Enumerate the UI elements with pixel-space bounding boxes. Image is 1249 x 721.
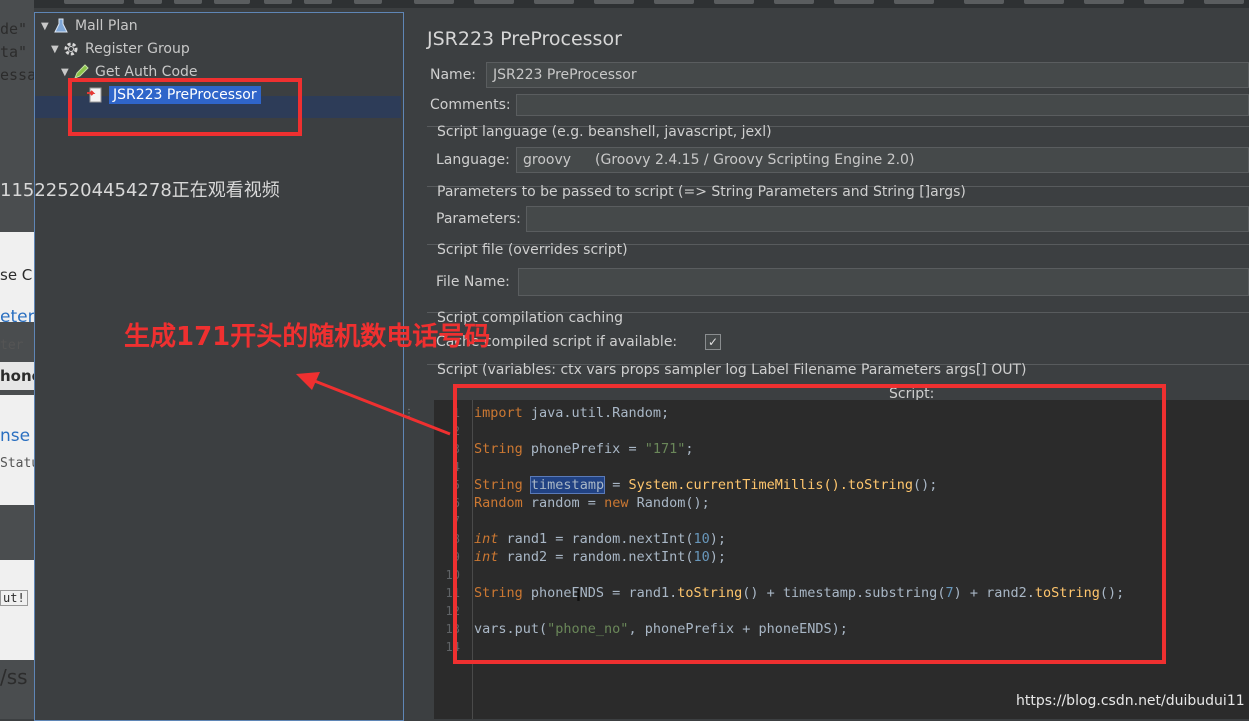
split-pane-divider[interactable]: ⋮ — [404, 12, 414, 719]
background-fragment: ta" — [0, 43, 28, 61]
tree-node-mall-plan[interactable]: ▼ Mall Plan — [41, 15, 138, 37]
expand-arrow-icon[interactable]: ▼ — [51, 44, 63, 55]
background-fragment: eter — [0, 307, 34, 327]
expand-arrow-icon[interactable]: ▼ — [61, 67, 73, 78]
file-name-label: File Name: — [436, 274, 510, 290]
background-fragment: nse — [0, 426, 31, 446]
language-description: (Groovy 2.4.15 / Groovy Scripting Engine… — [595, 152, 915, 168]
group-title: Script file (overrides script) — [437, 242, 628, 258]
parameters-group: Parameters to be passed to script (=> St… — [427, 184, 1249, 200]
background-fragment: essag — [0, 66, 34, 84]
highlight-box-tree — [68, 78, 302, 136]
background-fragment: se C — [0, 266, 33, 284]
parameters-label: Parameters: — [436, 211, 521, 227]
tree-node-label: Register Group — [85, 41, 190, 57]
highlight-box-script — [453, 384, 1166, 664]
annotation-arrow-icon — [296, 372, 451, 436]
group-title: Script language (e.g. beanshell, javascr… — [437, 124, 772, 140]
background-fragment: hone — [0, 367, 34, 385]
language-label: Language: — [436, 152, 510, 168]
background-window-strip: de" ta" essag se C eter ter hone nse Sta… — [0, 0, 34, 719]
script-language-group: Script language (e.g. beanshell, javascr… — [427, 124, 1249, 140]
tree-node-register-group[interactable]: ▼ Register Group — [51, 38, 190, 60]
cache-checkbox[interactable]: ✓ — [705, 334, 721, 350]
comments-field[interactable] — [516, 94, 1249, 116]
viewer-watermark: 115225204454278正在观看视频 — [0, 180, 280, 201]
background-fragment: ut! — [0, 590, 28, 606]
parameters-field[interactable] — [526, 206, 1249, 232]
file-name-field[interactable] — [518, 268, 1249, 296]
annotation-text: 生成171开头的随机数电话号码 — [124, 322, 491, 352]
language-value: groovy — [523, 152, 572, 168]
background-fragment: ter — [0, 338, 24, 353]
name-label: Name: — [430, 67, 477, 83]
group-title: Parameters to be passed to script (=> St… — [437, 184, 966, 200]
script-file-group: Script file (overrides script) — [427, 242, 1249, 258]
expand-arrow-icon[interactable]: ▼ — [41, 21, 53, 32]
name-value: JSR223 PreProcessor — [493, 67, 637, 83]
test-plan-icon — [53, 18, 69, 34]
caching-group: Script compilation caching — [427, 310, 1249, 326]
script-group: Script (variables: ctx vars props sample… — [427, 362, 1249, 378]
group-title: Script (variables: ctx vars props sample… — [437, 362, 1027, 378]
gear-icon — [63, 41, 79, 57]
comments-label: Comments: — [430, 97, 511, 113]
toolbar — [34, 0, 1249, 8]
page-title: JSR223 PreProcessor — [427, 28, 622, 50]
tree-node-label: Mall Plan — [75, 18, 138, 34]
background-fragment: /ss — [0, 665, 28, 689]
name-field[interactable]: JSR223 PreProcessor — [486, 62, 1249, 88]
language-select[interactable]: groovy (Groovy 2.4.15 / Groovy Scripting… — [516, 147, 1249, 173]
background-fragment: Statu — [0, 456, 34, 471]
background-fragment: de" — [0, 20, 28, 38]
csdn-watermark: https://blog.csdn.net/duibudui11 — [1016, 693, 1245, 709]
